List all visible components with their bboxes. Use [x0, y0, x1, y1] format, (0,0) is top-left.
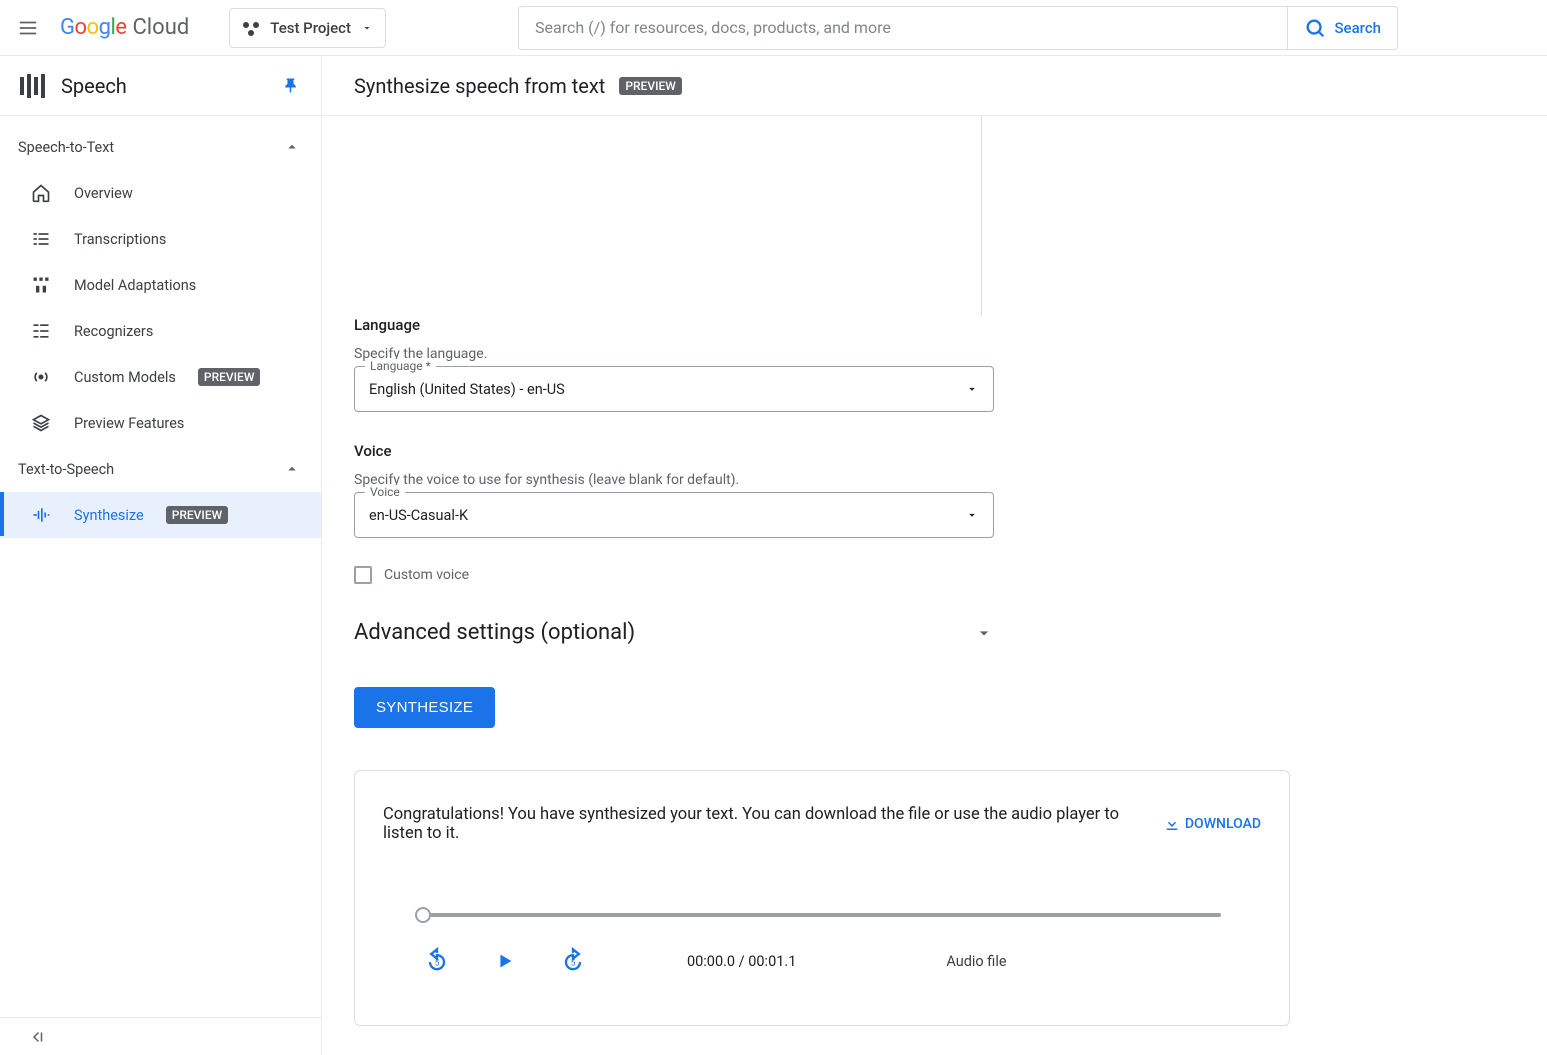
search-placeholder: Search (/) for resources, docs, products… [535, 18, 891, 37]
google-cloud-logo[interactable]: Google Cloud [60, 15, 189, 40]
sidebar-item-model-adaptations[interactable]: Model Adaptations [0, 262, 321, 308]
chevron-up-icon [283, 138, 301, 156]
language-section-title: Language [354, 316, 1290, 334]
section-speech-to-text[interactable]: Speech-to-Text [0, 124, 321, 170]
dropdown-icon [361, 22, 373, 34]
waveform-icon [30, 504, 52, 526]
sidebar-item-label: Synthesize [74, 507, 144, 524]
preview-badge: PREVIEW [198, 368, 260, 386]
language-field-legend: Language * [365, 359, 436, 373]
signal-icon [30, 366, 52, 388]
search-button[interactable]: Search [1288, 6, 1398, 50]
synthesize-button[interactable]: SYNTHESIZE [354, 687, 495, 728]
advanced-settings-toggle[interactable]: Advanced settings (optional) [354, 620, 994, 645]
language-select[interactable]: Language * English (United States) - en-… [354, 366, 994, 412]
preview-badge: PREVIEW [166, 506, 228, 524]
replay-icon: 5 [423, 947, 451, 975]
sidebar-item-label: Overview [74, 185, 133, 202]
download-icon [1163, 815, 1181, 833]
search-icon [1304, 17, 1326, 39]
play-icon [494, 950, 516, 972]
custom-voice-label: Custom voice [384, 567, 469, 583]
language-value: English (United States) - en-US [369, 381, 565, 398]
sidebar-item-transcriptions[interactable]: Transcriptions [0, 216, 321, 262]
chevron-up-icon [283, 460, 301, 478]
playback-time: 00:00.0 / 00:01.1 [687, 953, 796, 970]
top-spacer [354, 116, 982, 316]
pin-icon[interactable] [283, 77, 301, 95]
download-label: DOWNLOAD [1185, 816, 1261, 832]
play-button[interactable] [491, 947, 519, 975]
sidebar-item-recognizers[interactable]: Recognizers [0, 308, 321, 354]
search-button-label: Search [1334, 19, 1381, 37]
section-text-to-speech[interactable]: Text-to-Speech [0, 446, 321, 492]
replay-5-button[interactable]: 5 [423, 947, 451, 975]
sidebar-item-synthesize[interactable]: Synthesize PREVIEW [0, 492, 321, 538]
global-header: Google Cloud Test Project Search (/) for… [0, 0, 1547, 56]
audio-progress-slider[interactable] [423, 913, 1221, 917]
voice-select[interactable]: Voice en-US-Casual-K [354, 492, 994, 538]
sidebar-item-custom-models[interactable]: Custom Models PREVIEW [0, 354, 321, 400]
dropdown-icon [965, 382, 979, 396]
language-desc: Specify the language. [354, 346, 1290, 362]
result-message: Congratulations! You have synthesized yo… [383, 805, 1143, 843]
sidebar-item-label: Recognizers [74, 323, 153, 340]
collapse-icon [28, 1028, 46, 1046]
dropdown-icon [965, 508, 979, 522]
grid-icon [30, 274, 52, 296]
project-label: Test Project [270, 19, 351, 37]
voice-value: en-US-Casual-K [369, 507, 468, 524]
page-title: Synthesize speech from text [354, 74, 605, 98]
rows-icon [30, 320, 52, 342]
forward-icon: 5 [559, 947, 587, 975]
download-button[interactable]: DOWNLOAD [1163, 815, 1261, 833]
sidebar-item-label: Custom Models [74, 369, 176, 386]
main-content: Synthesize speech from text PREVIEW Lang… [322, 56, 1547, 1055]
project-icon [242, 19, 260, 37]
project-picker[interactable]: Test Project [229, 8, 386, 48]
advanced-label: Advanced settings (optional) [354, 620, 635, 645]
search-input[interactable]: Search (/) for resources, docs, products… [518, 6, 1288, 50]
voice-section-title: Voice [354, 442, 1290, 460]
sidebar-item-label: Model Adaptations [74, 277, 196, 294]
home-icon [30, 182, 52, 204]
chevron-down-icon [974, 623, 994, 643]
section-label: Text-to-Speech [18, 461, 114, 478]
custom-voice-checkbox-row[interactable]: Custom voice [354, 566, 1290, 584]
sidebar: Speech Speech-to-Text Overview Transcrip… [0, 56, 322, 1055]
slider-thumb[interactable] [415, 907, 431, 923]
sidebar-item-label: Preview Features [74, 415, 184, 432]
result-card: Congratulations! You have synthesized yo… [354, 770, 1290, 1026]
playback-label: Audio file [946, 953, 1006, 970]
voice-desc: Specify the voice to use for synthesis (… [354, 472, 1290, 488]
svg-text:5: 5 [571, 958, 576, 968]
menu-icon[interactable] [16, 16, 40, 40]
preview-badge: PREVIEW [619, 77, 681, 95]
sidebar-item-overview[interactable]: Overview [0, 170, 321, 216]
svg-text:5: 5 [435, 958, 440, 968]
speech-icon [20, 74, 45, 98]
sidebar-item-preview-features[interactable]: Preview Features [0, 400, 321, 446]
section-label: Speech-to-Text [18, 139, 114, 156]
collapse-sidebar-button[interactable] [0, 1017, 321, 1055]
sidebar-title: Speech [61, 74, 267, 98]
list-icon [30, 228, 52, 250]
forward-5-button[interactable]: 5 [559, 947, 587, 975]
sidebar-item-label: Transcriptions [74, 231, 166, 248]
checkbox-icon[interactable] [354, 566, 372, 584]
stack-icon [30, 412, 52, 434]
voice-field-legend: Voice [365, 485, 405, 499]
